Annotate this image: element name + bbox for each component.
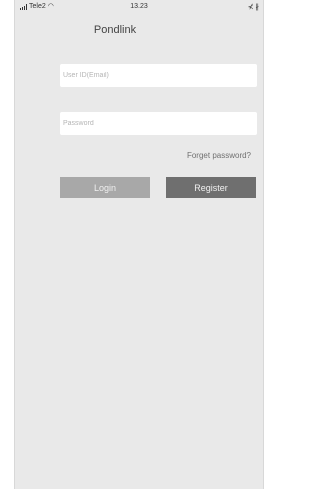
email-field[interactable] <box>60 64 257 87</box>
password-field[interactable] <box>60 112 257 135</box>
status-right-icons: ⊀ ∦ <box>247 4 259 11</box>
status-bar: Tele2 ◠ 13.23 ⊀ ∦ <box>15 0 263 14</box>
page-title: Pondlink <box>93 24 137 36</box>
login-button[interactable]: Login <box>60 177 150 198</box>
app-screen: Tele2 ◠ 13.23 ⊀ ∦ Pondlink Forget passwo… <box>14 0 264 489</box>
register-button[interactable]: Register <box>166 177 256 198</box>
forgot-password-link[interactable]: Forget password? <box>187 151 251 160</box>
status-time: 13.23 <box>130 3 148 10</box>
